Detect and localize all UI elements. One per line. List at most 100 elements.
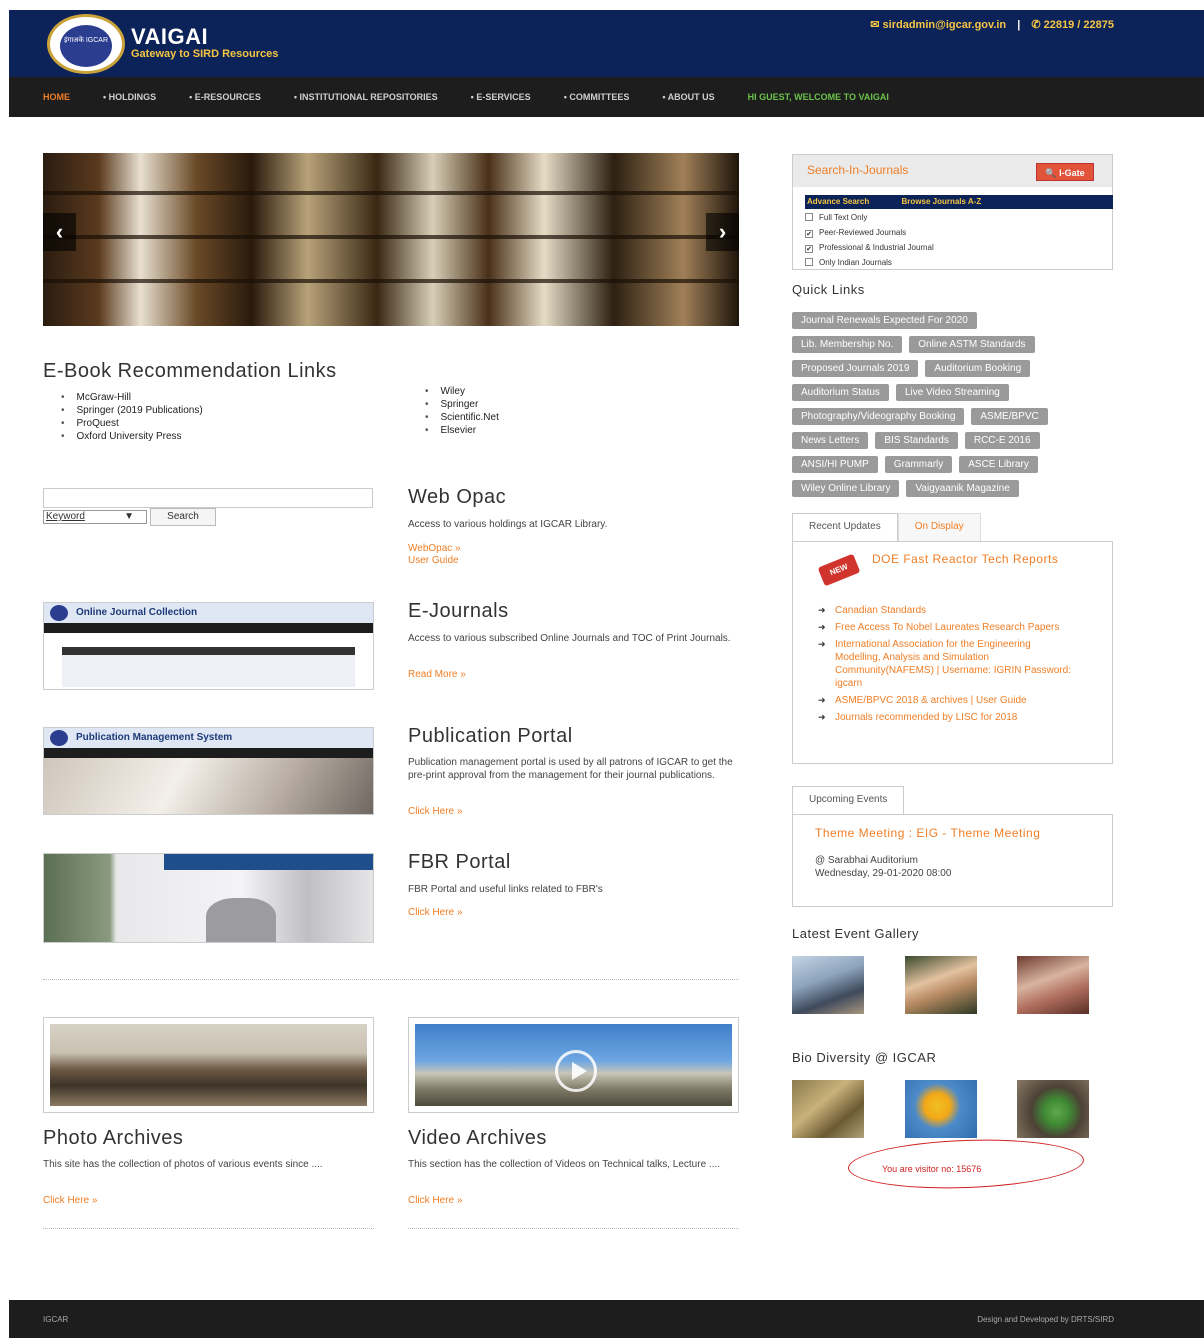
update-item[interactable]: ASME/BPVC 2018 & archives | User Guide bbox=[818, 694, 1074, 707]
nav-committees[interactable]: • COMMITTEES bbox=[564, 92, 630, 102]
quick-link[interactable]: ASME/BPVC bbox=[971, 408, 1048, 425]
quick-link[interactable]: ANSI/HI PUMP bbox=[792, 456, 878, 473]
video-archives-desc: This section has the collection of Video… bbox=[408, 1159, 721, 1170]
video-archives-link[interactable]: Click Here » bbox=[408, 1194, 462, 1207]
site-footer: IGCAR Design and Developed by DRTS/SIRD bbox=[9, 1300, 1204, 1338]
nav-institutional-repositories[interactable]: • INSTITUTIONAL REPOSITORIES bbox=[294, 92, 438, 102]
journal-search-widget: Search-In-Journals 🔍 I-Gate Advance Sear… bbox=[792, 154, 1113, 270]
update-item[interactable]: Canadian Standards bbox=[818, 604, 1074, 617]
fbr-thumbnail[interactable] bbox=[43, 853, 374, 943]
photo-thumbnail bbox=[50, 1024, 367, 1106]
biodiversity-image[interactable] bbox=[905, 1080, 977, 1138]
slider-prev-button[interactable]: ‹ bbox=[43, 213, 76, 251]
quick-link[interactable]: Wiley Online Library bbox=[792, 480, 900, 497]
quick-link[interactable]: Journal Renewals Expected For 2020 bbox=[792, 312, 977, 329]
quick-link[interactable]: RCC-E 2016 bbox=[964, 432, 1040, 449]
search-field-select[interactable]: Keyword ▼ bbox=[43, 510, 147, 524]
mail-icon: ✉ bbox=[870, 19, 880, 31]
option-peer-reviewed[interactable]: ✔ Peer-Reviewed Journals bbox=[805, 228, 906, 238]
event-venue: @ Sarabhai Auditorium bbox=[815, 855, 918, 866]
tab-on-display[interactable]: On Display bbox=[897, 513, 981, 541]
ebook-link[interactable]: Elsevier bbox=[407, 424, 499, 437]
quick-link[interactable]: Grammarly bbox=[884, 456, 953, 473]
quick-link[interactable]: Proposed Journals 2019 bbox=[792, 360, 919, 377]
logo-icon bbox=[50, 605, 68, 621]
video-thumbnail bbox=[415, 1024, 732, 1106]
event-date: Wednesday, 29-01-2020 08:00 bbox=[815, 868, 952, 879]
email-link[interactable]: sirdadmin@igcar.gov.in bbox=[883, 19, 1007, 31]
catalog-search-input[interactable] bbox=[43, 488, 373, 508]
quick-link[interactable]: Online ASTM Standards bbox=[909, 336, 1035, 353]
biodiversity-image[interactable] bbox=[1017, 1080, 1089, 1138]
quick-link[interactable]: Auditorium Status bbox=[792, 384, 889, 401]
contact-info: ✉ sirdadmin@igcar.gov.in | ✆ 22819 / 228… bbox=[870, 18, 1114, 31]
browse-journals-link[interactable]: Browse Journals A-Z bbox=[902, 197, 982, 206]
checkbox[interactable] bbox=[805, 258, 813, 266]
footer-left: IGCAR bbox=[43, 1315, 69, 1324]
option-label: Peer-Reviewed Journals bbox=[819, 228, 907, 237]
ebook-link[interactable]: McGraw-Hill bbox=[43, 391, 203, 404]
slider-next-button[interactable]: › bbox=[706, 213, 739, 251]
update-item[interactable]: Journals recommended by LISC for 2018 bbox=[818, 711, 1074, 724]
user-guide-link[interactable]: User Guide bbox=[408, 554, 459, 567]
checkbox-checked[interactable]: ✔ bbox=[805, 245, 813, 253]
welcome-message: HI GUEST, WELCOME TO VAIGAI bbox=[747, 92, 889, 102]
event-title[interactable]: Theme Meeting : EIG - Theme Meeting bbox=[815, 827, 1065, 840]
quick-link[interactable]: ASCE Library bbox=[959, 456, 1038, 473]
quick-link[interactable]: Photography/Videography Booking bbox=[792, 408, 965, 425]
update-item[interactable]: International Association for the Engine… bbox=[818, 638, 1074, 690]
option-professional[interactable]: ✔ Professional & Industrial Journal bbox=[805, 243, 934, 253]
quick-link[interactable]: Live Video Streaming bbox=[895, 384, 1009, 401]
quick-link[interactable]: BIS Standards bbox=[875, 432, 958, 449]
ebook-link[interactable]: ProQuest bbox=[43, 417, 203, 430]
quick-links-heading: Quick Links bbox=[792, 282, 865, 297]
igate-button[interactable]: 🔍 I-Gate bbox=[1036, 163, 1094, 181]
thumb-table bbox=[62, 647, 355, 687]
ebook-link[interactable]: Scientific.Net bbox=[407, 411, 499, 424]
fbr-link[interactable]: Click Here » bbox=[408, 906, 462, 919]
biodiversity-image[interactable] bbox=[792, 1080, 864, 1138]
doe-reports-link[interactable]: DOE Fast Reactor Tech Reports bbox=[872, 553, 1072, 566]
search-button[interactable]: Search bbox=[150, 508, 216, 526]
quick-link[interactable]: Vaigyaanik Magazine bbox=[906, 480, 1019, 497]
ebook-link[interactable]: Springer (2019 Publications) bbox=[43, 404, 203, 417]
checkbox-checked[interactable]: ✔ bbox=[805, 230, 813, 238]
nav-e-services[interactable]: • E-SERVICES bbox=[471, 92, 531, 102]
advance-search-link[interactable]: Advance Search bbox=[807, 197, 869, 206]
tab-recent-updates[interactable]: Recent Updates bbox=[792, 513, 898, 541]
update-item[interactable]: Free Access To Nobel Laureates Research … bbox=[818, 621, 1074, 634]
igcar-logo[interactable]: इंगाअके IGCAR bbox=[47, 14, 125, 74]
quick-links: Journal Renewals Expected For 2020 Lib. … bbox=[792, 310, 1112, 502]
nav-about-us[interactable]: • ABOUT US bbox=[662, 92, 714, 102]
gallery-image[interactable] bbox=[792, 956, 864, 1014]
option-full-text[interactable]: Full Text Only bbox=[805, 213, 867, 223]
ebook-link[interactable]: Springer bbox=[407, 398, 499, 411]
nav-home[interactable]: HOME bbox=[43, 92, 70, 102]
tab-upcoming-events[interactable]: Upcoming Events bbox=[792, 786, 905, 814]
ejournals-thumbnail[interactable]: Online Journal Collection bbox=[43, 602, 374, 690]
photo-archives-link[interactable]: Click Here » bbox=[43, 1194, 97, 1207]
video-archives-image[interactable] bbox=[408, 1017, 739, 1113]
ebook-link[interactable]: Oxford University Press bbox=[43, 430, 203, 443]
quick-link[interactable]: News Letters bbox=[792, 432, 869, 449]
publication-link[interactable]: Click Here » bbox=[408, 805, 462, 818]
ebook-link[interactable]: Wiley bbox=[407, 385, 499, 398]
publication-thumbnail[interactable]: Publication Management System bbox=[43, 727, 374, 815]
option-label: Professional & Industrial Journal bbox=[819, 243, 934, 252]
quick-link[interactable]: Auditorium Booking bbox=[925, 360, 1031, 377]
gallery-image[interactable] bbox=[1017, 956, 1089, 1014]
thumb-nav bbox=[44, 748, 373, 758]
gallery-image[interactable] bbox=[905, 956, 977, 1014]
site-title[interactable]: VAIGAI bbox=[131, 24, 208, 50]
fbr-title: FBR Portal bbox=[408, 851, 511, 873]
updates-list: Canadian Standards Free Access To Nobel … bbox=[818, 604, 1074, 728]
nav-holdings[interactable]: • HOLDINGS bbox=[103, 92, 156, 102]
play-icon[interactable] bbox=[555, 1050, 597, 1092]
journal-search-bar: Advance Search Browse Journals A-Z bbox=[805, 195, 1113, 209]
nav-e-resources[interactable]: • E-RESOURCES bbox=[189, 92, 261, 102]
ejournals-read-more-link[interactable]: Read More » bbox=[408, 668, 466, 681]
photo-archives-image[interactable] bbox=[43, 1017, 374, 1113]
checkbox[interactable] bbox=[805, 213, 813, 221]
option-indian[interactable]: Only Indian Journals bbox=[805, 258, 892, 268]
quick-link[interactable]: Lib. Membership No. bbox=[792, 336, 903, 353]
